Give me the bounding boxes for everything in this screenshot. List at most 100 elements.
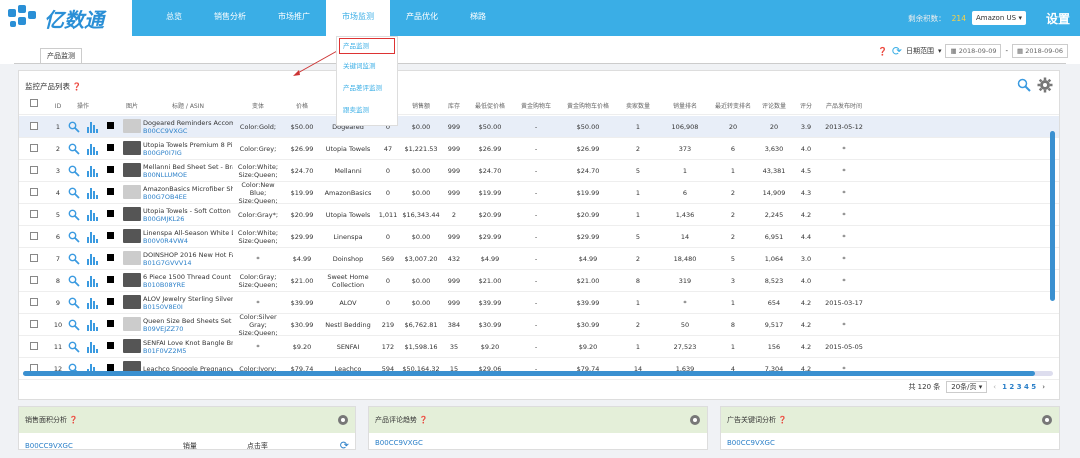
product-title[interactable]: Linenspa All-Season White D... — [143, 229, 233, 237]
dropdown-item-negative-review-monitor[interactable]: 产品差评监测 — [337, 77, 397, 99]
column-header[interactable]: 最低促价格 — [467, 99, 513, 114]
table-row[interactable]: 12 Leachco Snoogle Pregnancy/... Color:Iv… — [19, 358, 1059, 380]
table-row[interactable]: 1 Dogeared Reminders Accom... B00CC9VXGC C… — [19, 116, 1059, 138]
product-title[interactable]: DOINSHOP 2016 New Hot Fa... — [143, 251, 233, 259]
product-title-asin[interactable]: ALOV Jewelry Sterling Silver I...B0150V8… — [143, 295, 233, 311]
product-title[interactable]: ALOV Jewelry Sterling Silver I... — [143, 295, 233, 303]
row-checkbox[interactable] — [19, 275, 49, 286]
help-icon[interactable]: ❓ — [419, 416, 428, 424]
page-numbers[interactable]: 1 2 3 4 5 — [1002, 383, 1036, 391]
date-range-label[interactable]: 日期范围 — [906, 46, 934, 56]
horizontal-scrollbar-thumb[interactable] — [23, 371, 1035, 376]
column-header[interactable]: ID — [49, 99, 67, 114]
metric-select[interactable]: 销量 — [183, 441, 197, 451]
product-title-asin[interactable]: Queen Size Bed Sheets Set S...B09VEJZZ70 — [143, 317, 233, 333]
row-checkbox[interactable] — [19, 297, 49, 308]
product-title-asin[interactable]: DOINSHOP 2016 New Hot Fa... B01G7GVVV14 — [143, 251, 233, 267]
bar-chart-icon[interactable] — [86, 187, 98, 199]
product-asin[interactable]: B00G7OB4EE — [143, 193, 233, 201]
bar-chart-icon[interactable] — [86, 121, 98, 133]
product-title-asin[interactable]: AmazonBasics Microfiber Sh... B00G7OB4EE — [143, 185, 233, 201]
page-size-select[interactable]: 20条/页 ▾ — [946, 381, 988, 393]
table-row[interactable]: 6 Linenspa All-Season White D... B00V0R4V… — [19, 226, 1059, 248]
column-header[interactable]: 评论数量 — [755, 99, 793, 114]
help-icon[interactable]: ❓ — [778, 416, 787, 424]
column-header[interactable]: 销量排名 — [659, 99, 711, 114]
column-header[interactable]: 最近转变排名 — [711, 99, 755, 114]
asin-link[interactable]: B00CC9VXGC — [375, 439, 423, 447]
column-header[interactable]: 价格 — [283, 99, 321, 114]
start-date-input[interactable]: ▦ 2018-09-09 — [945, 44, 1002, 58]
settings-link[interactable]: 设置 — [1046, 10, 1070, 27]
row-checkbox[interactable] — [19, 187, 49, 198]
product-title-asin[interactable]: Linenspa All-Season White D... B00V0R4VW4 — [143, 229, 233, 245]
compare-select[interactable]: 点击率 — [247, 441, 268, 451]
refresh-icon[interactable]: ⟳ — [340, 439, 349, 452]
marketplace-select[interactable]: Amazon US ▾ — [971, 11, 1026, 25]
nav-market-monitor[interactable]: 市场监测 — [326, 0, 390, 36]
table-row[interactable]: 5 Utopia Towels - Soft Cotton M...B00GMJ… — [19, 204, 1059, 226]
dropdown-item-keyword-monitor[interactable]: 关键词监测 — [337, 55, 397, 77]
table-row[interactable]: 3 Mellanni Bed Sheet Set - Bra... B00NLLU… — [19, 160, 1059, 182]
tab-product-monitor[interactable]: 产品监测 — [40, 48, 82, 64]
column-header[interactable] — [99, 99, 121, 114]
search-icon[interactable] — [68, 187, 81, 199]
product-title[interactable]: SENFAI Love Knot Bangle Bra... — [143, 339, 233, 347]
product-asin[interactable]: B09VEJZZ70 — [143, 325, 233, 333]
column-header[interactable]: 黄金购物车价格 — [559, 99, 617, 114]
help-icon[interactable]: ❓ — [72, 82, 81, 91]
product-title-asin[interactable]: Dogeared Reminders Accom... B00CC9VXGC — [143, 119, 233, 135]
search-icon[interactable] — [68, 231, 81, 243]
search-icon[interactable] — [1017, 78, 1031, 92]
dropdown-item-product-monitor[interactable]: 产品监测 — [339, 38, 395, 54]
table-row[interactable]: 9 ALOV Jewelry Sterling Silver I...B0150… — [19, 292, 1059, 314]
search-icon[interactable] — [68, 143, 81, 155]
bar-chart-icon[interactable] — [86, 275, 98, 287]
search-icon[interactable] — [68, 121, 81, 133]
row-checkbox[interactable] — [19, 341, 49, 352]
bar-chart-icon[interactable] — [86, 297, 98, 309]
table-row[interactable]: 8 6 Piece 1500 Thread Count D...B010B08Y… — [19, 270, 1059, 292]
row-checkbox[interactable] — [19, 121, 49, 132]
column-header[interactable]: 评分 — [793, 99, 819, 114]
gear-icon[interactable] — [1037, 77, 1053, 93]
next-page-button[interactable]: › — [1042, 383, 1045, 391]
product-title-asin[interactable]: Utopia Towels - Soft Cotton M...B00GMJKL… — [143, 207, 233, 223]
product-asin[interactable]: B00NLLUMOE — [143, 171, 233, 179]
gear-icon[interactable] — [1039, 412, 1055, 428]
end-date-input[interactable]: ▦ 2018-09-06 — [1012, 44, 1068, 58]
search-icon[interactable] — [68, 165, 81, 177]
product-asin[interactable]: B00V0R4VW4 — [143, 237, 233, 245]
bar-chart-icon[interactable] — [86, 319, 98, 331]
table-row[interactable]: 4 AmazonBasics Microfiber Sh... B00G7OB4E… — [19, 181, 1059, 205]
search-icon[interactable] — [68, 275, 81, 287]
product-asin[interactable]: B00GMJKL26 — [143, 215, 233, 223]
product-title[interactable]: Dogeared Reminders Accom... — [143, 119, 233, 127]
product-asin[interactable]: B00GP0I7IG — [143, 149, 233, 157]
nav-overview[interactable]: 总览 — [150, 0, 198, 36]
bar-chart-icon[interactable] — [86, 253, 98, 265]
table-row[interactable]: 7 DOINSHOP 2016 New Hot Fa... B01G7GVVV14… — [19, 248, 1059, 270]
product-title[interactable]: Mellanni Bed Sheet Set - Bra... — [143, 163, 233, 171]
nav-marketing[interactable]: 市场推广 — [262, 0, 326, 36]
search-icon[interactable] — [68, 253, 81, 265]
row-checkbox[interactable] — [19, 231, 49, 242]
column-header[interactable]: 图片 — [121, 99, 143, 114]
product-title-asin[interactable]: 6 Piece 1500 Thread Count D...B010B08YRE — [143, 273, 233, 289]
bar-chart-icon[interactable] — [86, 231, 98, 243]
bar-chart-icon[interactable] — [86, 209, 98, 221]
column-header[interactable]: 黄金购物车 — [513, 99, 559, 114]
table-row[interactable]: 10 Queen Size Bed Sheets Set S...B09VEJZ… — [19, 313, 1059, 337]
product-title[interactable]: Utopia Towels - Soft Cotton M... — [143, 207, 233, 215]
product-title[interactable]: AmazonBasics Microfiber Sh... — [143, 185, 233, 193]
gear-icon[interactable] — [335, 412, 351, 428]
product-title[interactable]: Utopia Towels Premium 8 Pi... — [143, 141, 233, 149]
product-asin[interactable]: B01G7GVVV14 — [143, 259, 233, 267]
gear-icon[interactable] — [687, 412, 703, 428]
product-asin[interactable]: B0150V8E0I — [143, 303, 233, 311]
product-asin[interactable]: B00CC9VXGC — [143, 127, 233, 135]
search-icon[interactable] — [68, 209, 81, 221]
select-all-checkbox[interactable] — [19, 99, 49, 114]
refresh-icon[interactable]: ⟳ — [892, 44, 902, 58]
row-checkbox[interactable] — [19, 253, 49, 264]
